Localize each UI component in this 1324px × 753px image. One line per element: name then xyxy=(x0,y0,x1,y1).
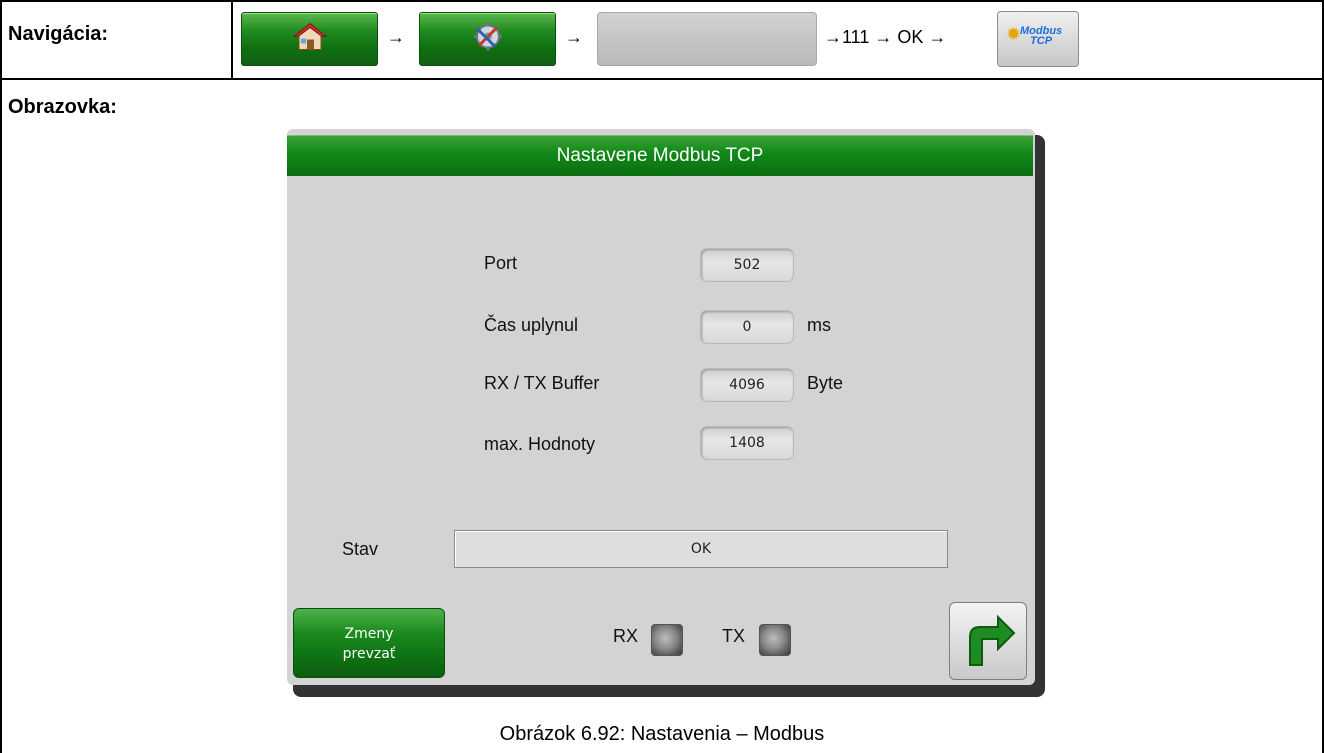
home-button[interactable] xyxy=(241,12,378,66)
tx-led-indicator xyxy=(759,624,791,656)
apply-line2: prevzať xyxy=(342,646,396,662)
blank-menu-button[interactable] xyxy=(597,12,817,66)
house-icon xyxy=(292,22,327,57)
elapsed-time-field[interactable]: 0 xyxy=(700,310,794,344)
return-button[interactable] xyxy=(949,602,1027,680)
status-field: OK xyxy=(454,530,948,568)
device-screen: Nastavene Modbus TCP Port 502 Čas uplynu… xyxy=(287,129,1045,697)
figure-caption: Obrázok 6.92: Nastavenia – Modbus xyxy=(499,723,825,745)
modbus-tcp-button[interactable]: ✹ Modbus TCP xyxy=(997,11,1079,67)
status-label: Stav xyxy=(342,539,379,559)
nav-path-text: →111 → OK → xyxy=(824,27,947,47)
nav-arrow: → xyxy=(387,27,405,47)
gear-icon: ✹ xyxy=(1006,24,1022,44)
port-label: Port xyxy=(484,253,518,273)
table-border-top xyxy=(0,0,1324,2)
modbus-tcp-icon: Modbus TCP xyxy=(1020,26,1062,47)
table-border-left xyxy=(0,0,2,753)
settings-tools-icon xyxy=(471,21,505,58)
port-field[interactable]: 502 xyxy=(700,248,794,282)
tx-label: TX xyxy=(722,626,746,646)
rx-label: RX xyxy=(613,626,639,646)
buffer-field[interactable]: 4096 xyxy=(700,368,794,402)
table-column-divider xyxy=(231,0,233,79)
settings-button[interactable] xyxy=(419,12,556,66)
modbus-logo-bottom: TCP xyxy=(1030,35,1053,47)
elapsed-time-label: Čas uplynul xyxy=(484,315,579,335)
rx-led-indicator xyxy=(651,624,683,656)
table-row-divider xyxy=(0,78,1324,80)
document-table: Navigácia: → → →111 → OK → ✹ Modbus TCP … xyxy=(0,0,1324,753)
return-arrow-icon xyxy=(969,614,1016,666)
navigation-label: Navigácia: xyxy=(8,23,109,45)
screen-title: Nastavene Modbus TCP xyxy=(287,135,1033,176)
elapsed-time-unit: ms xyxy=(807,315,831,335)
nav-arrow: → xyxy=(565,27,583,47)
buffer-unit: Byte xyxy=(807,373,844,393)
max-values-field[interactable]: 1408 xyxy=(700,426,794,460)
screen-body: Nastavene Modbus TCP Port 502 Čas uplynu… xyxy=(287,129,1035,685)
max-values-label: max. Hodnoty xyxy=(484,434,596,454)
apply-line1: Zmeny xyxy=(344,626,394,642)
screen-label: Obrazovka: xyxy=(8,96,117,118)
buffer-label: RX / TX Buffer xyxy=(484,373,600,393)
apply-changes-button[interactable]: Zmeny prevzať xyxy=(293,608,445,678)
